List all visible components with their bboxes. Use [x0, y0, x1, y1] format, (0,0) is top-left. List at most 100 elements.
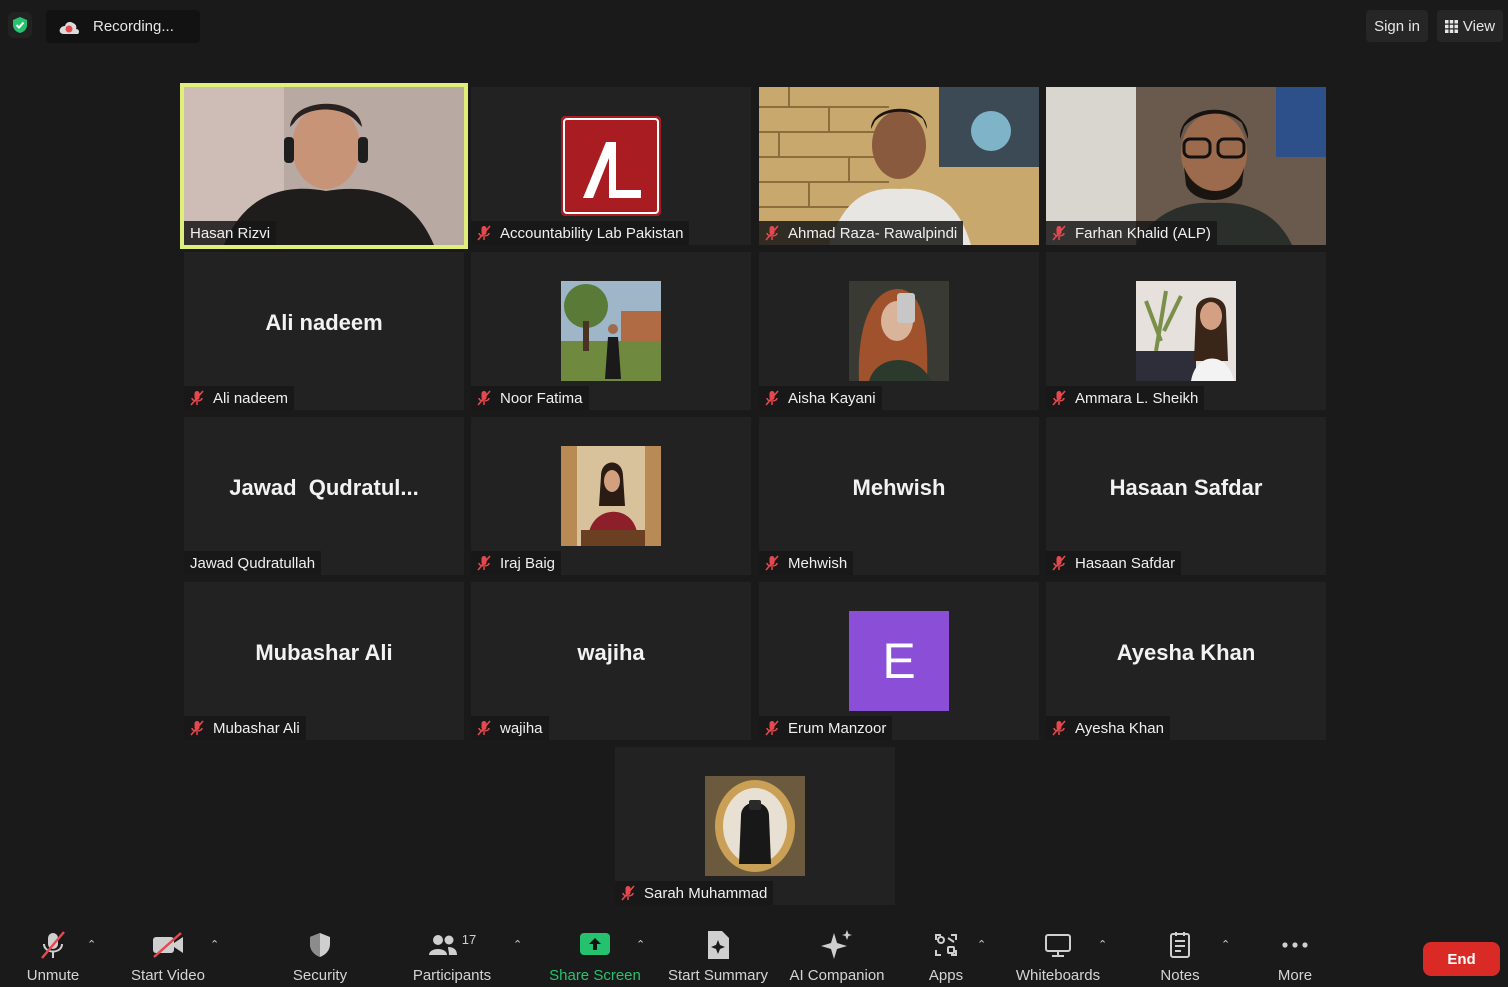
- unmute-button[interactable]: Unmute: [18, 928, 88, 984]
- participant-tile[interactable]: Aisha Kayani: [759, 252, 1039, 410]
- participant-name: Ahmad Raza- Rawalpindi: [788, 224, 958, 242]
- security-shield-icon[interactable]: [8, 12, 32, 38]
- start-summary-button[interactable]: Start Summary: [665, 928, 771, 984]
- muted-mic-icon: [1052, 390, 1066, 406]
- participant-name-bar: Erum Manzoor: [759, 716, 893, 740]
- participant-name: Farhan Khalid (ALP): [1075, 224, 1211, 242]
- participants-button[interactable]: 17 Participants: [410, 928, 494, 984]
- start-video-label: Start Video: [131, 967, 205, 984]
- participant-tile[interactable]: Hasaan Safdar Hasaan Safdar: [1046, 417, 1326, 575]
- participant-name-bar: Jawad Qudratullah: [184, 551, 322, 575]
- participant-name-bar: wajiha: [471, 716, 549, 740]
- muted-mic-icon: [477, 555, 491, 571]
- participant-tile[interactable]: Accountability Lab Pakistan: [471, 87, 751, 245]
- participant-name-bar: Hasaan Safdar: [1046, 551, 1182, 575]
- muted-mic-icon: [765, 555, 779, 571]
- apps-button[interactable]: Apps: [926, 928, 966, 984]
- ai-companion-label: AI Companion: [789, 967, 885, 984]
- sign-in-button[interactable]: Sign in: [1366, 10, 1428, 42]
- notes-icon: [1170, 932, 1190, 958]
- apps-options-chevron-icon[interactable]: ⌃: [977, 938, 986, 951]
- participant-tile[interactable]: Mehwish Mehwish: [759, 417, 1039, 575]
- participant-name-bar: Aisha Kayani: [759, 386, 882, 410]
- start-summary-label: Start Summary: [667, 967, 769, 984]
- participant-name: Mubashar Ali: [213, 719, 300, 737]
- participant-name: Ayesha Khan: [1075, 719, 1164, 737]
- participant-tile[interactable]: wajiha wajiha: [471, 582, 751, 740]
- participants-options-chevron-icon[interactable]: ⌃: [513, 938, 522, 951]
- video-options-chevron-icon[interactable]: ⌃: [210, 938, 219, 951]
- avatar: E: [849, 611, 949, 711]
- view-label: View: [1462, 17, 1496, 35]
- participant-display-name: wajiha: [577, 640, 645, 665]
- accountability-lab-logo: [561, 116, 661, 216]
- end-meeting-button[interactable]: End: [1423, 942, 1500, 976]
- security-button[interactable]: Security: [286, 928, 354, 984]
- participant-name: Mehwish: [788, 554, 848, 572]
- participant-tile[interactable]: E Erum Manzoor: [759, 582, 1039, 740]
- participant-name-bar: Mehwish: [759, 551, 854, 575]
- muted-mic-icon: [477, 720, 491, 736]
- participant-name: Noor Fatima: [500, 389, 583, 407]
- participant-display-name: Ayesha Khan: [1116, 640, 1256, 665]
- apps-label: Apps: [928, 967, 964, 984]
- video-off-icon: [153, 932, 183, 958]
- share-screen-icon: [580, 933, 610, 955]
- participant-display-name: Mubashar Ali: [255, 640, 393, 665]
- participant-name: Iraj Baig: [500, 554, 556, 572]
- muted-mic-icon: [190, 720, 204, 736]
- participant-tile[interactable]: Iraj Baig: [471, 417, 751, 575]
- whiteboards-label: Whiteboards: [1015, 967, 1101, 984]
- muted-mic-icon: [1052, 225, 1066, 241]
- participant-tile[interactable]: Ammara L. Sheikh: [1046, 252, 1326, 410]
- participant-name: Erum Manzoor: [788, 719, 887, 737]
- notes-label: Notes: [1160, 967, 1200, 984]
- participant-tile[interactable]: Ali nadeem Ali nadeem: [184, 252, 464, 410]
- participant-name: Ammara L. Sheikh: [1075, 389, 1199, 407]
- notes-options-chevron-icon[interactable]: ⌃: [1221, 938, 1230, 951]
- profile-photo: [849, 281, 949, 381]
- more-dots-icon: [1282, 942, 1308, 948]
- whiteboards-options-chevron-icon[interactable]: ⌃: [1098, 938, 1107, 951]
- participant-name-bar: Ahmad Raza- Rawalpindi: [759, 221, 964, 245]
- more-button[interactable]: More: [1270, 928, 1320, 984]
- participant-tile[interactable]: Ayesha Khan Ayesha Khan: [1046, 582, 1326, 740]
- muted-mic-icon: [477, 225, 491, 241]
- share-screen-label: Share Screen: [549, 967, 641, 984]
- share-options-chevron-icon[interactable]: ⌃: [636, 938, 645, 951]
- profile-photo: [561, 281, 661, 381]
- view-button[interactable]: View: [1437, 10, 1503, 42]
- muted-mic-icon: [765, 720, 779, 736]
- participant-name: wajiha: [500, 719, 543, 737]
- profile-photo: [561, 446, 661, 546]
- participant-name-bar: Ammara L. Sheikh: [1046, 386, 1205, 410]
- cloud-recording-icon: [59, 21, 80, 34]
- recording-label: Recording...: [93, 18, 174, 35]
- muted-mic-icon: [190, 390, 204, 406]
- participant-tile[interactable]: Noor Fatima: [471, 252, 751, 410]
- participant-name: Hasaan Safdar: [1075, 554, 1176, 572]
- ai-companion-button[interactable]: AI Companion: [787, 928, 887, 984]
- participant-name-bar: Accountability Lab Pakistan: [471, 221, 690, 245]
- participant-tile[interactable]: Sarah Muhammad: [615, 747, 895, 905]
- ai-sparkle-icon: [821, 930, 852, 959]
- participant-tile[interactable]: Farhan Khalid (ALP): [1046, 87, 1326, 245]
- participant-tile[interactable]: Hasan Rizvi: [180, 83, 468, 249]
- start-video-button[interactable]: Start Video: [128, 928, 208, 984]
- audio-options-chevron-icon[interactable]: ⌃: [87, 938, 96, 951]
- participant-name-bar: Noor Fatima: [471, 386, 589, 410]
- participant-tile[interactable]: Mubashar Ali Mubashar Ali: [184, 582, 464, 740]
- muted-mic-icon: [477, 390, 491, 406]
- share-screen-button[interactable]: Share Screen: [549, 928, 641, 984]
- muted-microphone-icon: [41, 931, 65, 959]
- whiteboards-button[interactable]: Whiteboards: [1012, 928, 1104, 984]
- participant-tile[interactable]: Jawad Qudratul... Jawad Qudratullah: [184, 417, 464, 575]
- more-label: More: [1277, 967, 1313, 984]
- recording-indicator[interactable]: Recording...: [46, 10, 200, 43]
- participant-name-bar: Ayesha Khan: [1046, 716, 1170, 740]
- muted-mic-icon: [765, 225, 779, 241]
- notes-button[interactable]: Notes: [1156, 928, 1204, 984]
- participant-name-bar: Hasan Rizvi: [184, 221, 277, 245]
- shield-icon: [310, 933, 330, 957]
- participant-tile[interactable]: Ahmad Raza- Rawalpindi: [759, 87, 1039, 245]
